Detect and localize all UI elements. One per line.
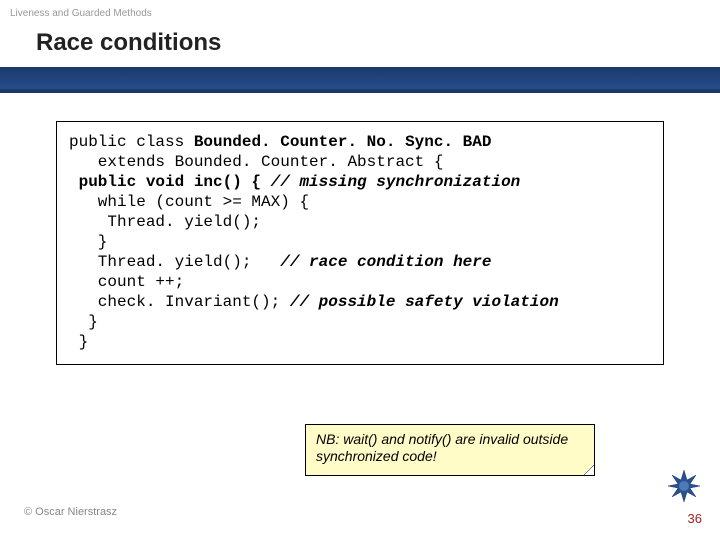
code-box: public class Bounded. Counter. No. Sync.…: [56, 121, 664, 365]
starburst-icon: [668, 470, 700, 502]
page-number: 36: [688, 511, 702, 526]
note-fold-icon: [584, 465, 594, 475]
header-band: [0, 67, 720, 93]
breadcrumb: Liveness and Guarded Methods: [0, 0, 720, 23]
code-content: public class Bounded. Counter. No. Sync.…: [69, 132, 651, 352]
note-text: NB: wait() and notify() are invalid outs…: [316, 431, 568, 464]
note-box: NB: wait() and notify() are invalid outs…: [305, 424, 595, 476]
copyright: © Oscar Nierstrasz: [24, 506, 117, 518]
page-title: Race conditions: [0, 23, 720, 67]
